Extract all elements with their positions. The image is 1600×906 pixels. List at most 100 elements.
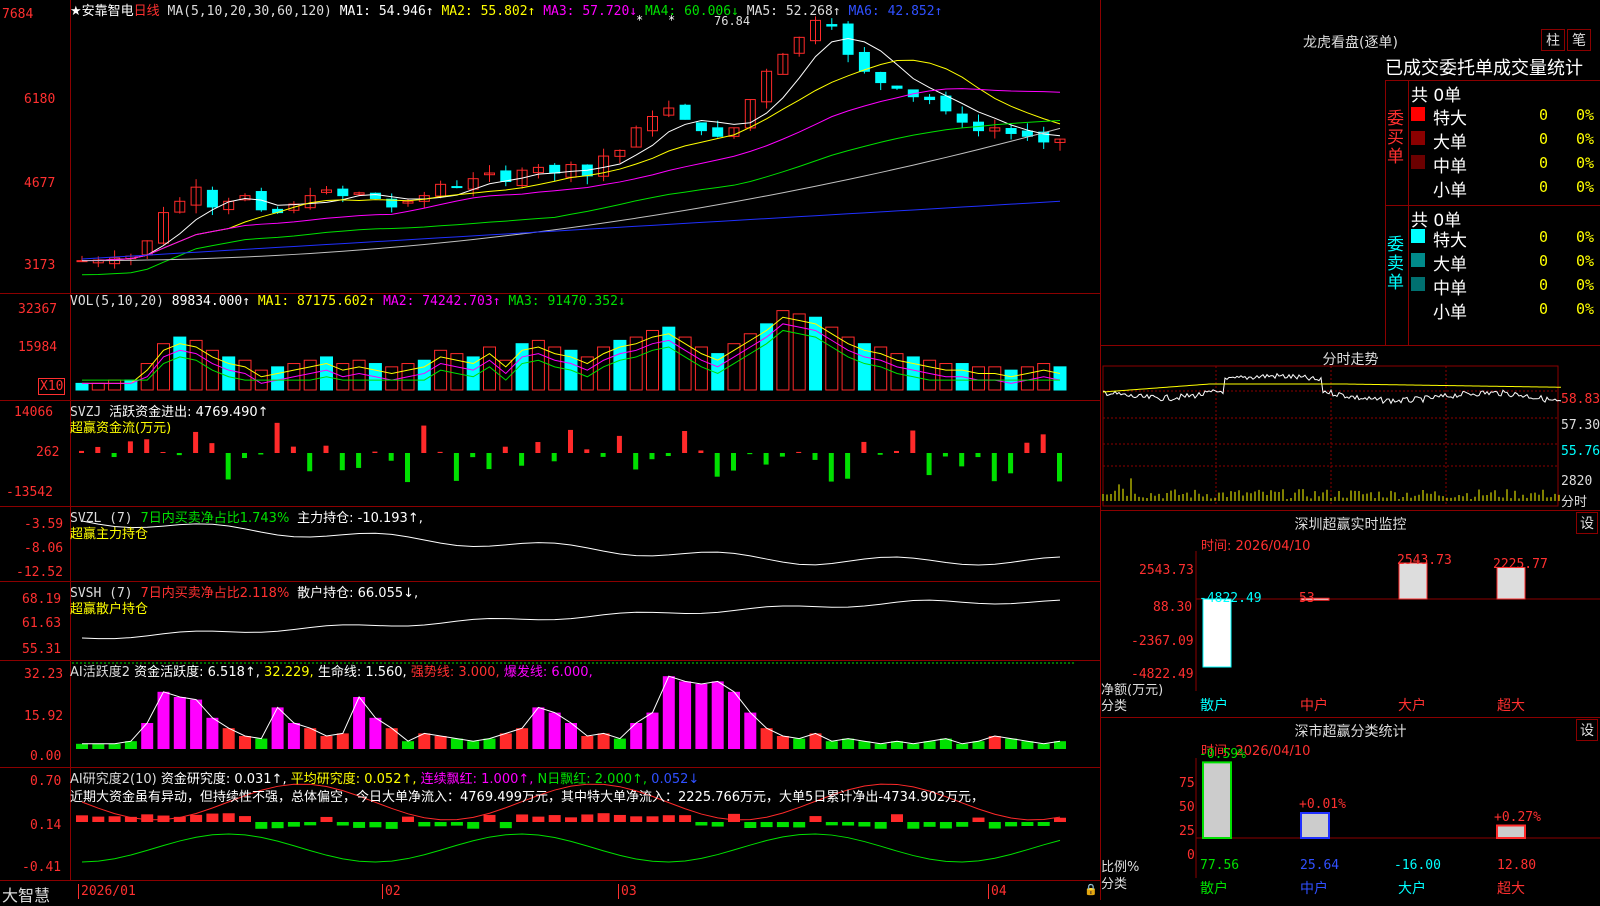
ai1-bar <box>92 743 105 749</box>
intraday-chart <box>1102 365 1562 507</box>
candle-body <box>549 164 561 174</box>
ma5-value: MA5: 52.268↑ <box>746 4 841 19</box>
ai2-bar <box>679 815 692 822</box>
svzj-bar <box>470 453 476 458</box>
swatch <box>1411 131 1425 145</box>
ai2-bar <box>565 817 577 822</box>
ai1-bar <box>499 733 512 749</box>
svzj-tick: 262 <box>36 445 60 460</box>
intraday-panel[interactable]: 分时走势 58.83 57.30 55.76 2820 分时 <box>1101 346 1600 510</box>
price-tick: 3173 <box>24 258 56 273</box>
sz-val-2: 2543.73 <box>1397 553 1452 568</box>
volume-bars <box>75 310 1067 391</box>
svzj-bar <box>584 449 590 453</box>
row-pct: 0% <box>1576 300 1595 318</box>
row-pct: 0% <box>1576 154 1595 172</box>
vol-tick: 15984 <box>18 340 58 355</box>
candle-body <box>1005 128 1017 134</box>
sell-row: 特大 0 0% <box>1411 226 1600 251</box>
row-pct: 0% <box>1576 130 1595 148</box>
ai2-bar <box>809 816 822 822</box>
sz-val-0: -4822.49 <box>1199 591 1262 606</box>
sz-cat-2: 大户 <box>1398 698 1426 714</box>
ai1-bar <box>1037 743 1050 749</box>
row-pct: 0% <box>1576 228 1595 246</box>
svzj-bar <box>991 453 997 482</box>
ai1-bar <box>467 741 480 749</box>
ai1-bar <box>793 738 806 749</box>
svsh-tick: 68.19 <box>22 592 62 607</box>
ai2-bar <box>385 822 398 829</box>
vol-unit-badge[interactable]: X10 <box>38 378 66 395</box>
cls-bar <box>1202 761 1232 840</box>
ai1-d4: 强势线: 3.000, <box>410 665 500 680</box>
period-label[interactable]: 日线 <box>134 4 160 19</box>
ai2-bar <box>287 822 300 827</box>
svzj-bar <box>975 453 981 458</box>
ai2-bar <box>499 822 512 829</box>
ai1-bar <box>450 738 463 749</box>
row-value: 0 <box>1539 276 1549 294</box>
lock-icon[interactable]: 🔒 <box>1084 883 1098 896</box>
svzj-bar <box>176 453 182 456</box>
row-pct: 0% <box>1576 178 1595 196</box>
ai1-bar <box>304 728 317 749</box>
cls-top-3: +0.27% <box>1494 810 1541 825</box>
svzj-bar <box>242 453 247 459</box>
ai2-bar <box>222 813 235 822</box>
swatch <box>1411 253 1425 267</box>
svzj-bar <box>437 451 443 453</box>
row-name: 特大 <box>1433 109 1467 129</box>
intraday-tick: 58.83 <box>1561 392 1600 407</box>
svzj-tick: 14066 <box>14 405 54 420</box>
cls-cat-2: 大户 <box>1398 881 1426 897</box>
bar-mode-button[interactable]: 柱 <box>1541 29 1565 51</box>
ai2-bar <box>1005 822 1018 827</box>
ai-activity-pane[interactable]: AI活跃度2 资金活跃度: 6.518↑, 32.229, 生命线: 1.560… <box>0 661 1100 768</box>
volume-bar <box>646 329 659 391</box>
ai2-d2: 平均研究度: 0.052↑, <box>290 772 417 787</box>
ai1-bar <box>402 741 414 749</box>
buy-side-label: 委买单 <box>1387 109 1404 167</box>
svzj-bar <box>519 453 525 466</box>
ma3-value: MA3: 57.720↓ <box>543 4 638 19</box>
ma1-value: MA1: 54.946↑ <box>339 4 434 19</box>
svzl-pane[interactable]: SVZL (7) 7日内买卖净占比1.743% 主力持仓: -10.193↑, … <box>0 507 1100 582</box>
svzj-bar <box>747 453 753 455</box>
volume-bar <box>320 356 333 391</box>
volume-pane[interactable]: VOL(5,10,20) 89834.000↑ MA1: 87175.602↑ … <box>0 294 1100 401</box>
svzj-bar <box>502 446 508 453</box>
svzj-bar <box>568 429 573 453</box>
ai2-bar <box>239 816 251 822</box>
svsh-pane[interactable]: SVSH (7) 7日内买卖净占比2.118% 散户持仓: 66.055↓, 超… <box>0 582 1100 661</box>
swatch <box>1411 155 1425 169</box>
svzj-bar <box>926 453 932 476</box>
x-label: 02 <box>382 884 401 899</box>
svzj-pane[interactable]: SVZJ 活跃资金进出: 4769.490↑ 超赢资金流(万元) 14066 2… <box>0 401 1100 507</box>
sz-monitor-panel[interactable]: 深圳超赢实时监控 设 时间: 2026/04/10 2543.73 88.30 … <box>1101 511 1600 717</box>
ai2-bar <box>825 822 838 826</box>
pen-mode-button[interactable]: 笔 <box>1567 29 1591 51</box>
price-header: ★安靠智电日线 MA(5,10,20,30,60,120) MA1: 54.94… <box>70 0 942 19</box>
ai2-bar <box>353 822 366 828</box>
volume-bar <box>988 366 1002 391</box>
ai2-bar <box>923 822 936 827</box>
ai2-bar <box>336 822 349 826</box>
ai1-bar <box>662 676 675 749</box>
ai1-bar <box>141 723 154 749</box>
candle-body <box>940 95 952 112</box>
svzj-sub: 超赢资金流(万元) <box>70 421 172 436</box>
svzj-bar <box>731 453 736 471</box>
ai2-bar <box>939 822 952 829</box>
ai-research-pane[interactable]: AI研究度2(10) 资金研究度: 0.031↑, 平均研究度: 0.052↑,… <box>0 768 1100 880</box>
sz-class-panel[interactable]: 深市超赢分类统计 设 时间: 2026/04/10 75 50 25 0 比例%… <box>1101 718 1600 900</box>
ai1-bar <box>206 717 219 749</box>
price-pane[interactable]: * * ★安靠智电日线 MA(5,10,20,30,60,120) MA1: 54… <box>0 0 1100 294</box>
ai2-bar <box>874 822 887 829</box>
ai1-bar <box>173 697 186 749</box>
ai1-bar <box>239 736 251 749</box>
ai1-bar <box>320 736 333 749</box>
volume-bar <box>743 333 757 391</box>
ai1-bar <box>711 681 724 749</box>
ai1-bar <box>760 728 773 749</box>
